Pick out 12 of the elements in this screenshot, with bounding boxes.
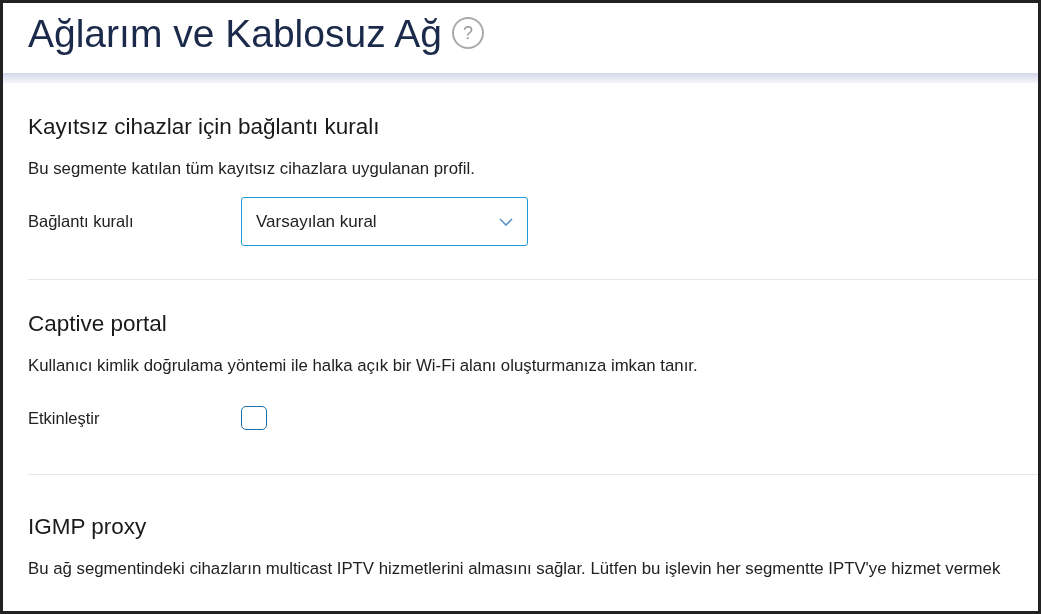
section-description: Bu segmente katılan tüm kayıtsız cihazlara uygulanan profil. bbox=[28, 159, 476, 179]
section-title: Captive portal bbox=[28, 310, 168, 338]
section-description: Kullanıcı kimlik doğrulama yöntemi ile halka açık bir Wi-Fi alanı oluşturmanıza imkan tanır. bbox=[28, 356, 699, 376]
field-label: Bağlantı kuralı bbox=[28, 211, 135, 233]
chevron-down-icon bbox=[499, 217, 513, 226]
section-description: Bu ağ segmentindeki cihazların multicast IPTV hizmetlerini almasını sağlar. Lütfen bu işlevin her segmentte IPTV'ye hizmet vermek bbox=[28, 558, 1002, 579]
page-title: Ağlarım ve Kablosuz Ağ bbox=[28, 13, 443, 53]
field-label: Etkinleştir bbox=[28, 408, 101, 429]
section-title: IGMP proxy bbox=[28, 512, 148, 541]
dropdown-field[interactable]: Varsayılan kural bbox=[241, 197, 528, 246]
section-title: Kayıtsız cihazlar için bağlantı kuralı bbox=[28, 113, 381, 141]
checkbox[interactable] bbox=[241, 406, 267, 431]
